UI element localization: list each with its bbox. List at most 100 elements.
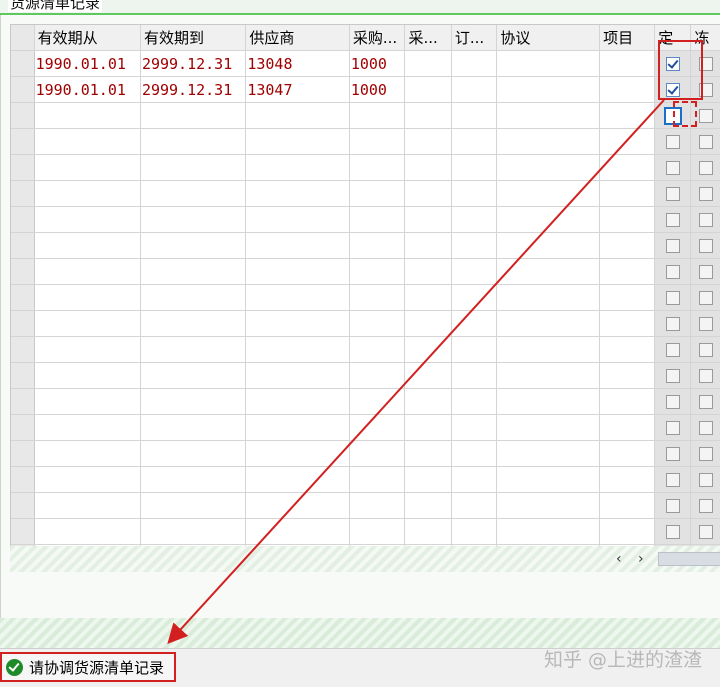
cell-empty[interactable] [404,440,452,467]
cell-empty[interactable] [349,180,406,207]
cell-empty[interactable] [599,310,656,337]
cell-empty[interactable] [496,50,601,77]
table-row[interactable] [11,128,720,155]
blocked-checkbox[interactable] [698,524,713,539]
table-row[interactable]: 1990.01.01 2999.12.31 13047 1000 [11,76,720,103]
cell-empty[interactable] [599,336,656,363]
cell-empty[interactable] [349,336,406,363]
blocked-checkbox[interactable] [698,394,713,409]
cell-empty[interactable] [496,518,601,545]
cell-empty[interactable] [599,518,656,545]
table-row[interactable] [11,414,720,441]
table-row[interactable] [11,232,720,259]
cell-empty[interactable] [34,232,141,259]
cell-empty[interactable] [349,518,406,545]
scroll-left-icon[interactable]: ‹ [616,551,622,567]
cell-empty[interactable] [404,154,452,181]
cell-empty[interactable] [34,440,141,467]
cell-empty[interactable] [245,336,350,363]
table-row[interactable]: 1990.01.01 2999.12.31 13048 1000 [11,50,720,77]
cell-empty[interactable] [245,518,350,545]
cell-blocked[interactable] [690,388,720,415]
cell-blocked[interactable] [690,258,720,285]
cell-empty[interactable] [349,102,406,129]
cell-empty[interactable] [496,76,601,103]
cell-empty[interactable] [451,50,498,77]
cell-valid-from[interactable]: 1990.01.01 [34,76,141,103]
blocked-checkbox[interactable] [698,316,713,331]
row-selector[interactable] [11,310,35,337]
cell-fixed[interactable] [654,518,692,545]
col-header-vendor[interactable]: 供应商 [245,25,350,51]
cell-empty[interactable] [404,50,452,77]
cell-blocked[interactable] [690,518,720,545]
cell-empty[interactable] [451,284,498,311]
cell-vendor[interactable]: 13048 [245,50,350,77]
row-selector[interactable] [11,466,35,493]
cell-empty[interactable] [34,388,141,415]
cell-empty[interactable] [496,102,601,129]
row-selector[interactable] [11,440,35,467]
fixed-checkbox[interactable] [665,290,680,305]
cell-empty[interactable] [140,388,247,415]
blocked-checkbox[interactable] [698,134,713,149]
select-all-header[interactable] [11,25,35,51]
cell-empty[interactable] [349,492,406,519]
row-selector[interactable] [11,518,35,545]
cell-fixed[interactable] [654,336,692,363]
cell-fixed[interactable] [654,466,692,493]
cell-empty[interactable] [404,128,452,155]
cell-blocked[interactable] [690,232,720,259]
cell-empty[interactable] [349,284,406,311]
cell-valid-to[interactable]: 2999.12.31 [140,76,247,103]
fixed-checkbox[interactable] [665,212,680,227]
blocked-checkbox[interactable] [698,212,713,227]
cell-empty[interactable] [451,76,498,103]
cell-fixed[interactable] [654,128,692,155]
cell-valid-from[interactable]: 1990.01.01 [34,50,141,77]
cell-empty[interactable] [404,492,452,519]
cell-empty[interactable] [599,76,656,103]
cell-empty[interactable] [34,128,141,155]
cell-empty[interactable] [451,336,498,363]
cell-empty[interactable] [451,362,498,389]
cell-empty[interactable] [140,310,247,337]
cell-empty[interactable] [496,180,601,207]
cell-empty[interactable] [496,440,601,467]
cell-empty[interactable] [140,414,247,441]
cell-empty[interactable] [140,284,247,311]
col-header-order-col[interactable]: 订... [451,25,498,51]
fixed-checkbox[interactable] [665,420,680,435]
cell-empty[interactable] [599,232,656,259]
cell-empty[interactable] [349,154,406,181]
fixed-checkbox[interactable] [665,134,680,149]
cell-empty[interactable] [404,388,452,415]
blocked-checkbox[interactable] [698,186,713,201]
cell-empty[interactable] [349,362,406,389]
cell-empty[interactable] [496,388,601,415]
cell-fixed[interactable] [654,388,692,415]
cell-empty[interactable] [599,284,656,311]
cell-empty[interactable] [349,206,406,233]
row-selector[interactable] [11,76,35,103]
cell-empty[interactable] [404,336,452,363]
table-row[interactable] [11,336,720,363]
cell-empty[interactable] [245,310,350,337]
fixed-checkbox[interactable] [665,394,680,409]
cell-empty[interactable] [451,440,498,467]
table-row[interactable] [11,440,720,467]
cell-empty[interactable] [496,362,601,389]
cell-empty[interactable] [451,180,498,207]
cell-empty[interactable] [599,50,656,77]
cell-empty[interactable] [451,310,498,337]
cell-empty[interactable] [245,440,350,467]
blocked-checkbox[interactable] [698,108,713,123]
col-header-purch-org[interactable]: 采购... [349,25,406,51]
cell-empty[interactable] [496,154,601,181]
row-selector[interactable] [11,206,35,233]
cell-empty[interactable] [140,102,247,129]
table-row[interactable] [11,206,720,233]
fixed-checkbox[interactable] [665,316,680,331]
cell-fixed[interactable] [654,232,692,259]
cell-empty[interactable] [34,466,141,493]
